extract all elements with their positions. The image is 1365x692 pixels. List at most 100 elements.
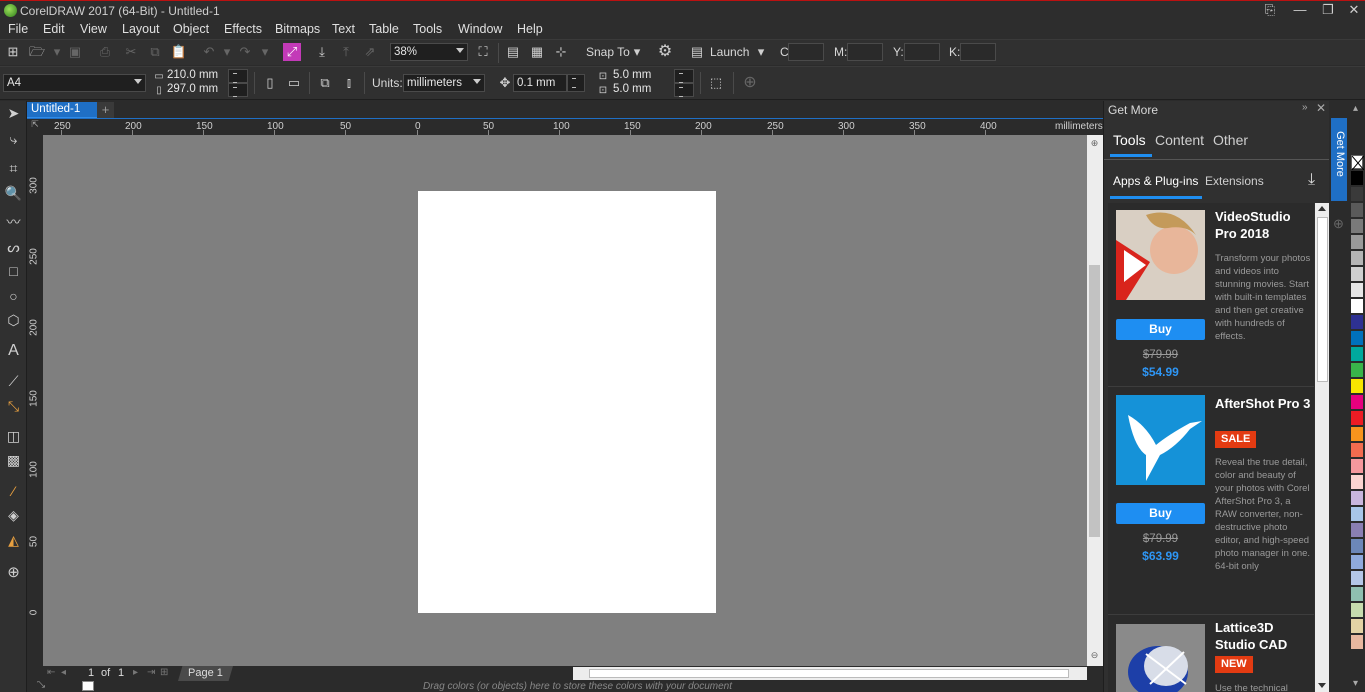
product-name[interactable]: VideoStudio Pro 2018 — [1215, 208, 1311, 242]
full-screen-preview-icon[interactable]: ▤ — [504, 43, 522, 61]
page-width-stepper[interactable] — [228, 69, 248, 83]
color-swatch[interactable] — [1351, 331, 1363, 345]
product-name[interactable]: AfterShot Pro 3 — [1215, 395, 1311, 412]
cmyk-m-field[interactable] — [847, 43, 883, 61]
color-swatch[interactable] — [1351, 363, 1363, 377]
launch-menu[interactable]: Launch — [710, 45, 749, 59]
parallel-dimension-tool-icon[interactable]: ⟋ — [4, 372, 23, 391]
drop-shadow-tool-icon[interactable]: ◫ — [4, 427, 23, 446]
color-swatch[interactable] — [1351, 299, 1363, 313]
text-tool-icon[interactable]: A — [4, 341, 23, 360]
vertical-ruler[interactable]: 300 250 200 150 100 50 0 — [27, 135, 43, 666]
menu-window[interactable]: Window — [458, 22, 502, 36]
color-swatch[interactable] — [1351, 459, 1363, 473]
product-name[interactable]: Lattice3D Studio CAD — [1215, 619, 1311, 653]
vertical-scrollbar[interactable]: ⊕ ⊖ — [1087, 135, 1103, 666]
maximize-button[interactable]: ❐ — [1315, 2, 1341, 19]
color-swatch[interactable] — [1351, 411, 1363, 425]
connector-tool-icon[interactable]: ⤡ — [4, 397, 23, 416]
save-icon[interactable]: ▣ — [66, 43, 84, 61]
export-icon[interactable]: ⤒ — [337, 43, 355, 61]
color-swatch[interactable] — [1351, 379, 1363, 393]
color-swatch[interactable] — [1351, 283, 1363, 297]
buy-button[interactable]: Buy — [1116, 503, 1205, 524]
cmyk-c-field[interactable] — [788, 43, 824, 61]
cmyk-y-field[interactable] — [904, 43, 940, 61]
zoom-level-select[interactable]: 38% — [390, 43, 468, 61]
add-docker-icon[interactable]: ⊕ — [1333, 216, 1344, 232]
scroll-down-icon[interactable]: ⊖ — [1089, 650, 1100, 661]
polygon-tool-icon[interactable]: ⬡ — [4, 311, 23, 330]
portrait-icon[interactable]: ▯ — [261, 74, 279, 92]
menu-bitmaps[interactable]: Bitmaps — [275, 22, 320, 36]
zoom-tool-icon[interactable]: 🔍 — [4, 184, 23, 203]
horizontal-scrollbar[interactable] — [573, 667, 1087, 680]
tab-other[interactable]: Other — [1213, 132, 1248, 148]
page-tab[interactable]: Page 1 — [178, 666, 233, 681]
page-height-stepper[interactable] — [228, 83, 248, 97]
first-page-icon[interactable]: ⇤ — [47, 667, 55, 678]
ellipse-tool-icon[interactable]: ○ — [4, 287, 23, 306]
show-grid-icon[interactable]: ▦ — [528, 43, 546, 61]
color-swatch[interactable] — [1351, 475, 1363, 489]
document-page[interactable] — [418, 191, 716, 613]
menu-help[interactable]: Help — [517, 22, 543, 36]
menu-layout[interactable]: Layout — [122, 22, 160, 36]
duplicate-x-field[interactable]: 5.0 mm — [610, 69, 672, 83]
color-swatch[interactable] — [1351, 251, 1363, 265]
buy-button[interactable]: Buy — [1116, 319, 1205, 340]
cut-icon[interactable]: ✂ — [122, 43, 140, 61]
duplicate-y-field[interactable]: 5.0 mm — [610, 83, 672, 97]
color-swatch[interactable] — [1351, 523, 1363, 537]
close-button[interactable]: ✕ — [1341, 2, 1365, 19]
shape-tool-icon[interactable]: ⤷ — [4, 130, 23, 149]
subtab-extensions[interactable]: Extensions — [1205, 174, 1264, 188]
launch-dropdown-icon[interactable]: ▾ — [752, 43, 770, 61]
color-swatch[interactable] — [1351, 203, 1363, 217]
no-color-swatch[interactable] — [1351, 155, 1365, 171]
menu-effects[interactable]: Effects — [224, 22, 262, 36]
tab-untitled-1[interactable]: Untitled-1 — [27, 102, 97, 118]
zoom-to-page-icon[interactable]: ⛶ — [474, 43, 492, 61]
undo-icon[interactable]: ↶ — [200, 43, 218, 61]
scroll-up-icon[interactable]: ⊕ — [1089, 138, 1100, 149]
page-width-field[interactable]: 210.0 mm — [164, 69, 226, 83]
undo-dropdown-icon[interactable]: ▾ — [218, 43, 236, 61]
color-swatch[interactable] — [1351, 571, 1363, 585]
tab-tools[interactable]: Tools — [1113, 132, 1146, 148]
last-page-icon[interactable]: ⇥ — [147, 667, 155, 678]
ruler-origin[interactable]: ⇱ — [27, 118, 43, 135]
add-page-icon[interactable]: ⊞ — [160, 667, 168, 678]
cmyk-k-field[interactable] — [960, 43, 996, 61]
color-swatch[interactable] — [1351, 443, 1363, 457]
get-more-side-tab[interactable]: Get More — [1331, 118, 1347, 201]
add-property-icon[interactable]: ⊕ — [741, 74, 759, 92]
duplicate-x-stepper[interactable] — [674, 69, 694, 83]
menu-tools[interactable]: Tools — [413, 22, 442, 36]
next-page-icon[interactable]: ▸ — [133, 667, 138, 678]
color-swatch[interactable] — [1351, 507, 1363, 521]
smart-fill-tool-icon[interactable]: ◭ — [4, 531, 23, 550]
current-page-icon[interactable]: ⫾ — [340, 74, 358, 92]
menu-file[interactable]: File — [8, 22, 28, 36]
quick-customize-icon[interactable]: ⊕ — [4, 563, 23, 582]
color-eyedropper-tool-icon[interactable]: ⁄ — [4, 482, 23, 501]
color-swatch[interactable] — [1351, 219, 1363, 233]
color-swatch[interactable] — [1351, 235, 1363, 249]
duplicate-y-stepper[interactable] — [674, 83, 694, 97]
color-swatch[interactable] — [1351, 395, 1363, 409]
snap-to-dropdown-icon[interactable]: ▾ — [628, 43, 646, 61]
publish-pdf-icon[interactable]: ⇗ — [361, 43, 379, 61]
nudge-distance-field[interactable]: 0.1 mm — [513, 74, 567, 92]
page-height-field[interactable]: 297.0 mm — [164, 83, 226, 97]
options-gear-icon[interactable]: ⚙ — [656, 43, 674, 61]
color-swatch[interactable] — [1351, 587, 1363, 601]
menu-table[interactable]: Table — [369, 22, 399, 36]
search-content-icon[interactable]: ⤢ — [283, 43, 301, 61]
paste-icon[interactable]: 📋 — [170, 43, 188, 61]
new-document-icon[interactable]: ⊞ — [4, 43, 22, 61]
open-icon[interactable]: 🗁 — [28, 43, 46, 61]
color-swatch[interactable] — [1351, 539, 1363, 553]
color-swatch[interactable] — [1351, 315, 1363, 329]
scroll-up-icon[interactable] — [1318, 206, 1326, 211]
